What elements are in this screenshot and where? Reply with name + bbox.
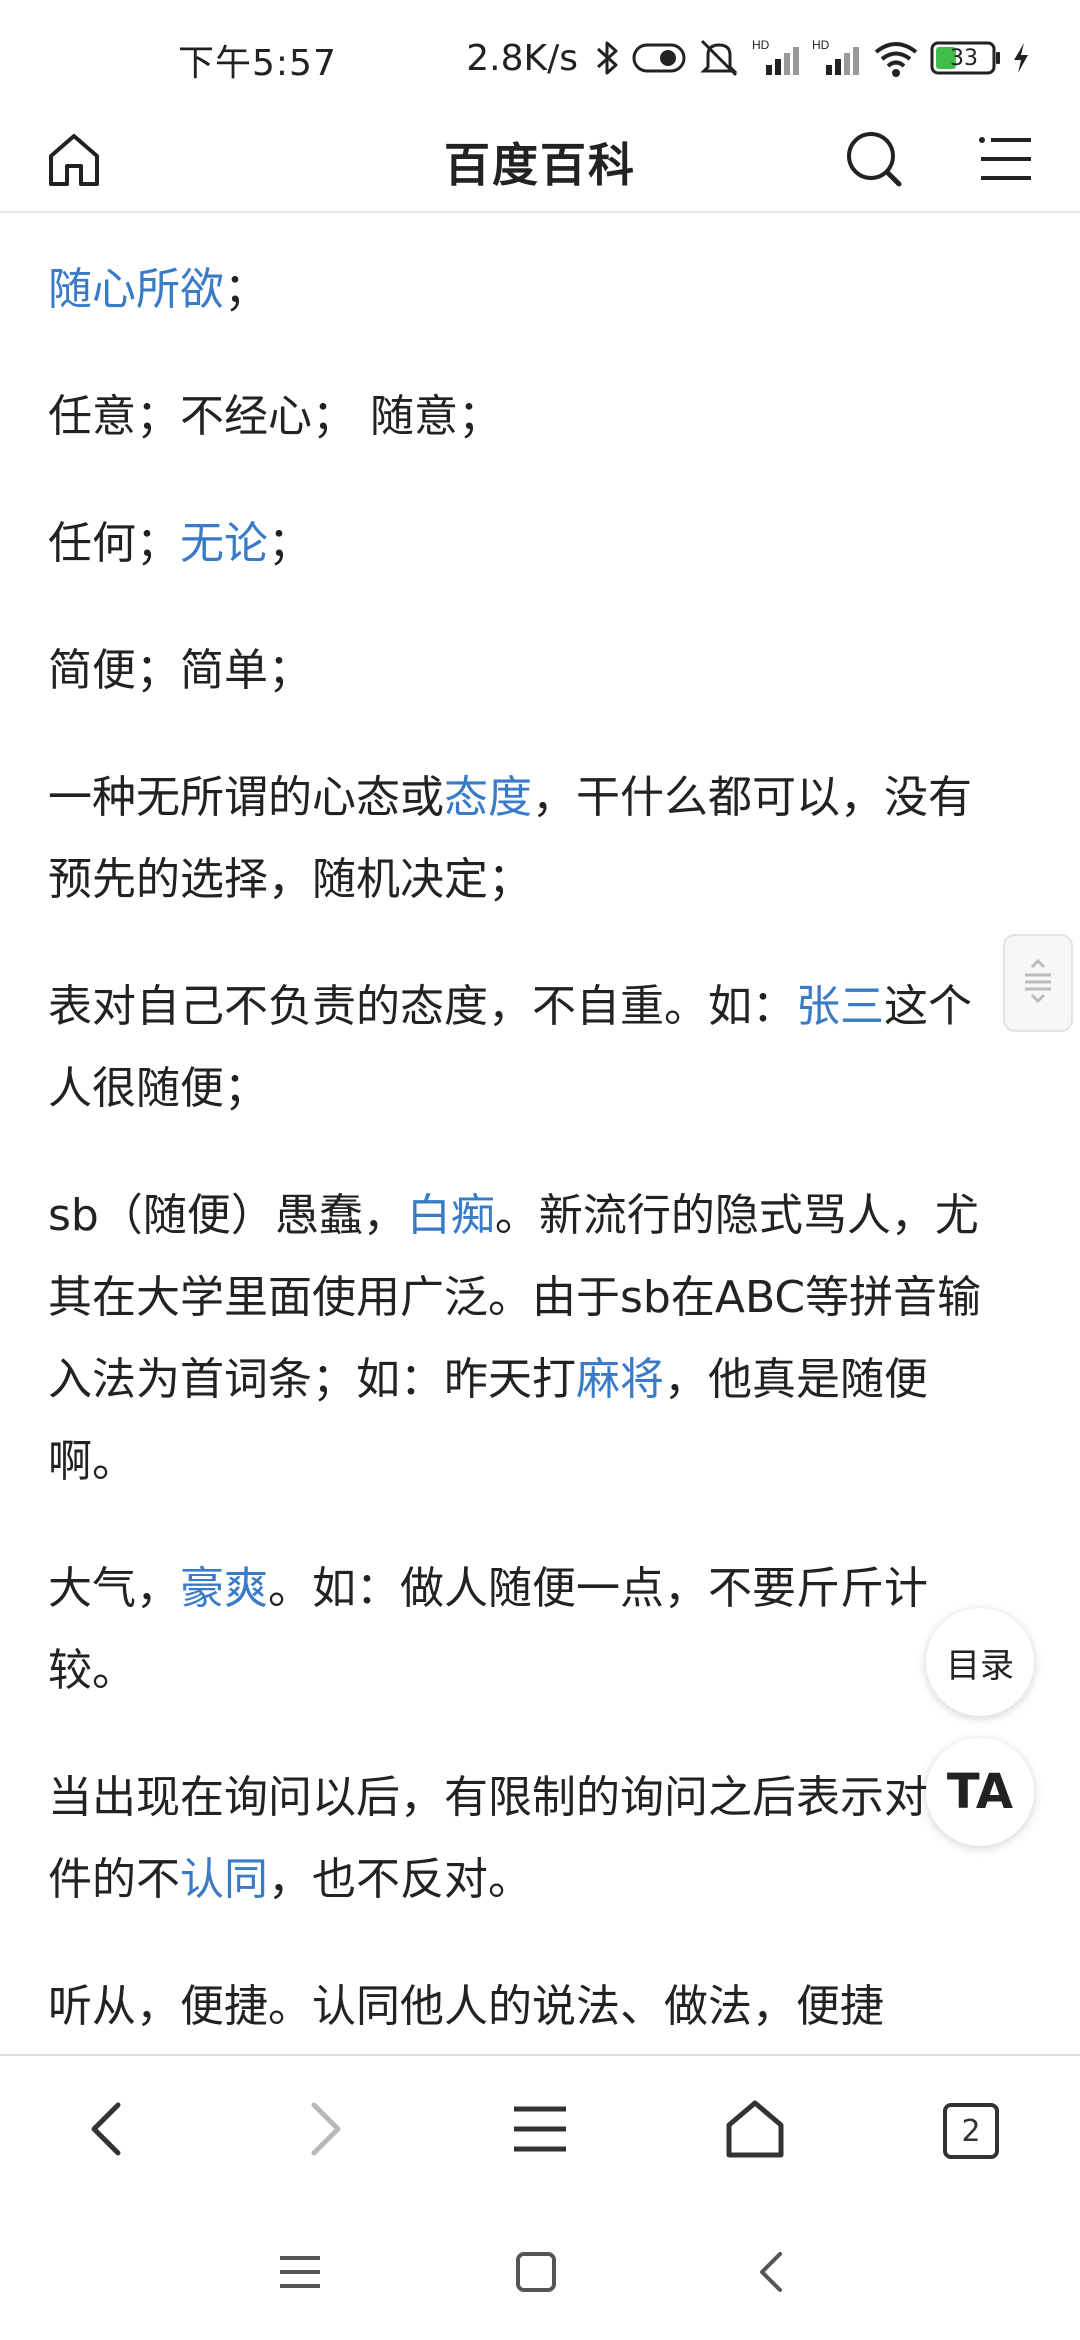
article-paragraph: 任意；不经心； 随意； <box>48 376 1008 458</box>
home-square-icon <box>514 2250 558 2298</box>
toggle-icon <box>632 30 686 86</box>
system-home-button[interactable] <box>496 2234 576 2314</box>
signal-hd-icon: HD <box>812 30 862 86</box>
wifi-icon <box>872 30 920 86</box>
article-link[interactable]: 白痴 <box>407 1190 495 1241</box>
article-link[interactable]: 认同 <box>180 1854 268 1905</box>
status-icons: 2.8K/s HD HD 33 <box>466 30 1030 86</box>
article-paragraph: 听从，便捷。认同他人的说法、做法，便捷 <box>48 1966 1008 2048</box>
browser-home-button[interactable] <box>700 2076 810 2186</box>
menu-icon <box>510 2099 570 2163</box>
toc-label: 目录 <box>946 1645 1014 1686</box>
article-link[interactable]: 麻将 <box>576 1354 664 1405</box>
search-button[interactable] <box>834 121 914 201</box>
battery-icon: 33 <box>930 30 1002 86</box>
article-link[interactable]: 豪爽 <box>180 1563 268 1614</box>
article-text: sb（随便）愚蠢， <box>48 1190 407 1241</box>
recents-icon <box>278 2252 322 2296</box>
back-icon <box>82 2099 132 2163</box>
back-icon <box>752 2250 792 2298</box>
home-icon <box>723 2099 787 2163</box>
svg-text:HD: HD <box>752 38 770 52</box>
article-text: ； <box>268 518 312 569</box>
article-text: 表对自己不负责的态度，不自重。如： <box>48 981 796 1032</box>
search-icon <box>843 128 905 194</box>
article-link[interactable]: 张三 <box>796 981 884 1032</box>
network-speed: 2.8K/s <box>466 37 578 79</box>
forward-icon <box>300 2099 350 2163</box>
battery-level: 33 <box>950 45 978 71</box>
article-text: ，也不反对。 <box>268 1854 532 1905</box>
article-paragraph: 当出现在询问以后，有限制的询问之后表示对条件的不认同，也不反对。 <box>48 1757 1008 1921</box>
article-content: 随心所欲； 任意；不经心； 随意； 任何；无论； 简便；简单； 一种无所谓的心态或态度，… <box>48 213 1008 2048</box>
bluetooth-icon <box>594 30 622 86</box>
status-time: 下午5:57 <box>178 43 337 84</box>
article-paragraph: 表对自己不负责的态度，不自重。如：张三这个人很随便； <box>48 966 1008 1130</box>
menu-icon <box>975 128 1037 194</box>
app-page: 下午5:57 2.8K/s HD HD 33 百度百科 随心所欲； 任意；不经心… <box>0 0 1080 2340</box>
recents-button[interactable] <box>260 2234 340 2314</box>
mute-icon <box>696 30 742 86</box>
article-paragraph: 大气，豪爽。如：做人随便一点，不要斤斤计较。 <box>48 1548 1008 1712</box>
article-link[interactable]: 无论 <box>180 518 268 569</box>
tabs-icon: 2 <box>943 2103 999 2159</box>
svg-text:HD: HD <box>812 38 830 52</box>
article-link[interactable]: 随心所欲 <box>48 264 224 315</box>
article-text: ； <box>224 264 268 315</box>
tabs-button[interactable]: 2 <box>916 2076 1026 2186</box>
scroll-handle[interactable] <box>1003 934 1073 1032</box>
browser-menu-button[interactable] <box>485 2076 595 2186</box>
article-text: 一种无所谓的心态或 <box>48 772 444 823</box>
article-text: 任意；不经心； 随意； <box>48 391 502 442</box>
system-nav-bar <box>0 2204 1080 2340</box>
back-button[interactable] <box>52 2076 162 2186</box>
forward-button[interactable] <box>270 2076 380 2186</box>
article-paragraph: 随心所欲； <box>48 249 1008 331</box>
article-paragraph: 一种无所谓的心态或态度，干什么都可以，没有预先的选择，随机决定； <box>48 757 1008 921</box>
toc-button[interactable]: 目录 <box>926 1608 1034 1716</box>
article-text: 简便；简单； <box>48 645 312 696</box>
menu-button[interactable] <box>966 121 1046 201</box>
ta-button[interactable]: TA <box>926 1738 1034 1846</box>
article-text: 任何； <box>48 518 180 569</box>
page-title: 百度百科 <box>444 138 636 192</box>
article-link[interactable]: 态度 <box>444 772 532 823</box>
ta-label: TA <box>946 1764 1014 1820</box>
article-text: 听从，便捷。认同他人的说法、做法，便捷 <box>48 1981 884 2032</box>
status-bar: 下午5:57 2.8K/s HD HD 33 <box>0 0 1080 115</box>
scroll-handle-icon <box>1021 958 1055 1007</box>
tabs-count: 2 <box>961 2113 981 2149</box>
article-paragraph: sb（随便）愚蠢，白痴。新流行的隐式骂人，尤其在大学里面使用广泛。由于sb在AB… <box>48 1175 1008 1503</box>
article-paragraph: 简便；简单； <box>48 630 1008 712</box>
article-paragraph: 任何；无论； <box>48 503 1008 585</box>
system-back-button[interactable] <box>732 2234 812 2314</box>
signal-hd-icon: HD <box>752 30 802 86</box>
charging-icon <box>1012 30 1030 86</box>
browser-toolbar: 2 <box>0 2054 1080 2204</box>
app-header: 百度百科 <box>0 115 1080 213</box>
article-text: 大气， <box>48 1563 180 1614</box>
